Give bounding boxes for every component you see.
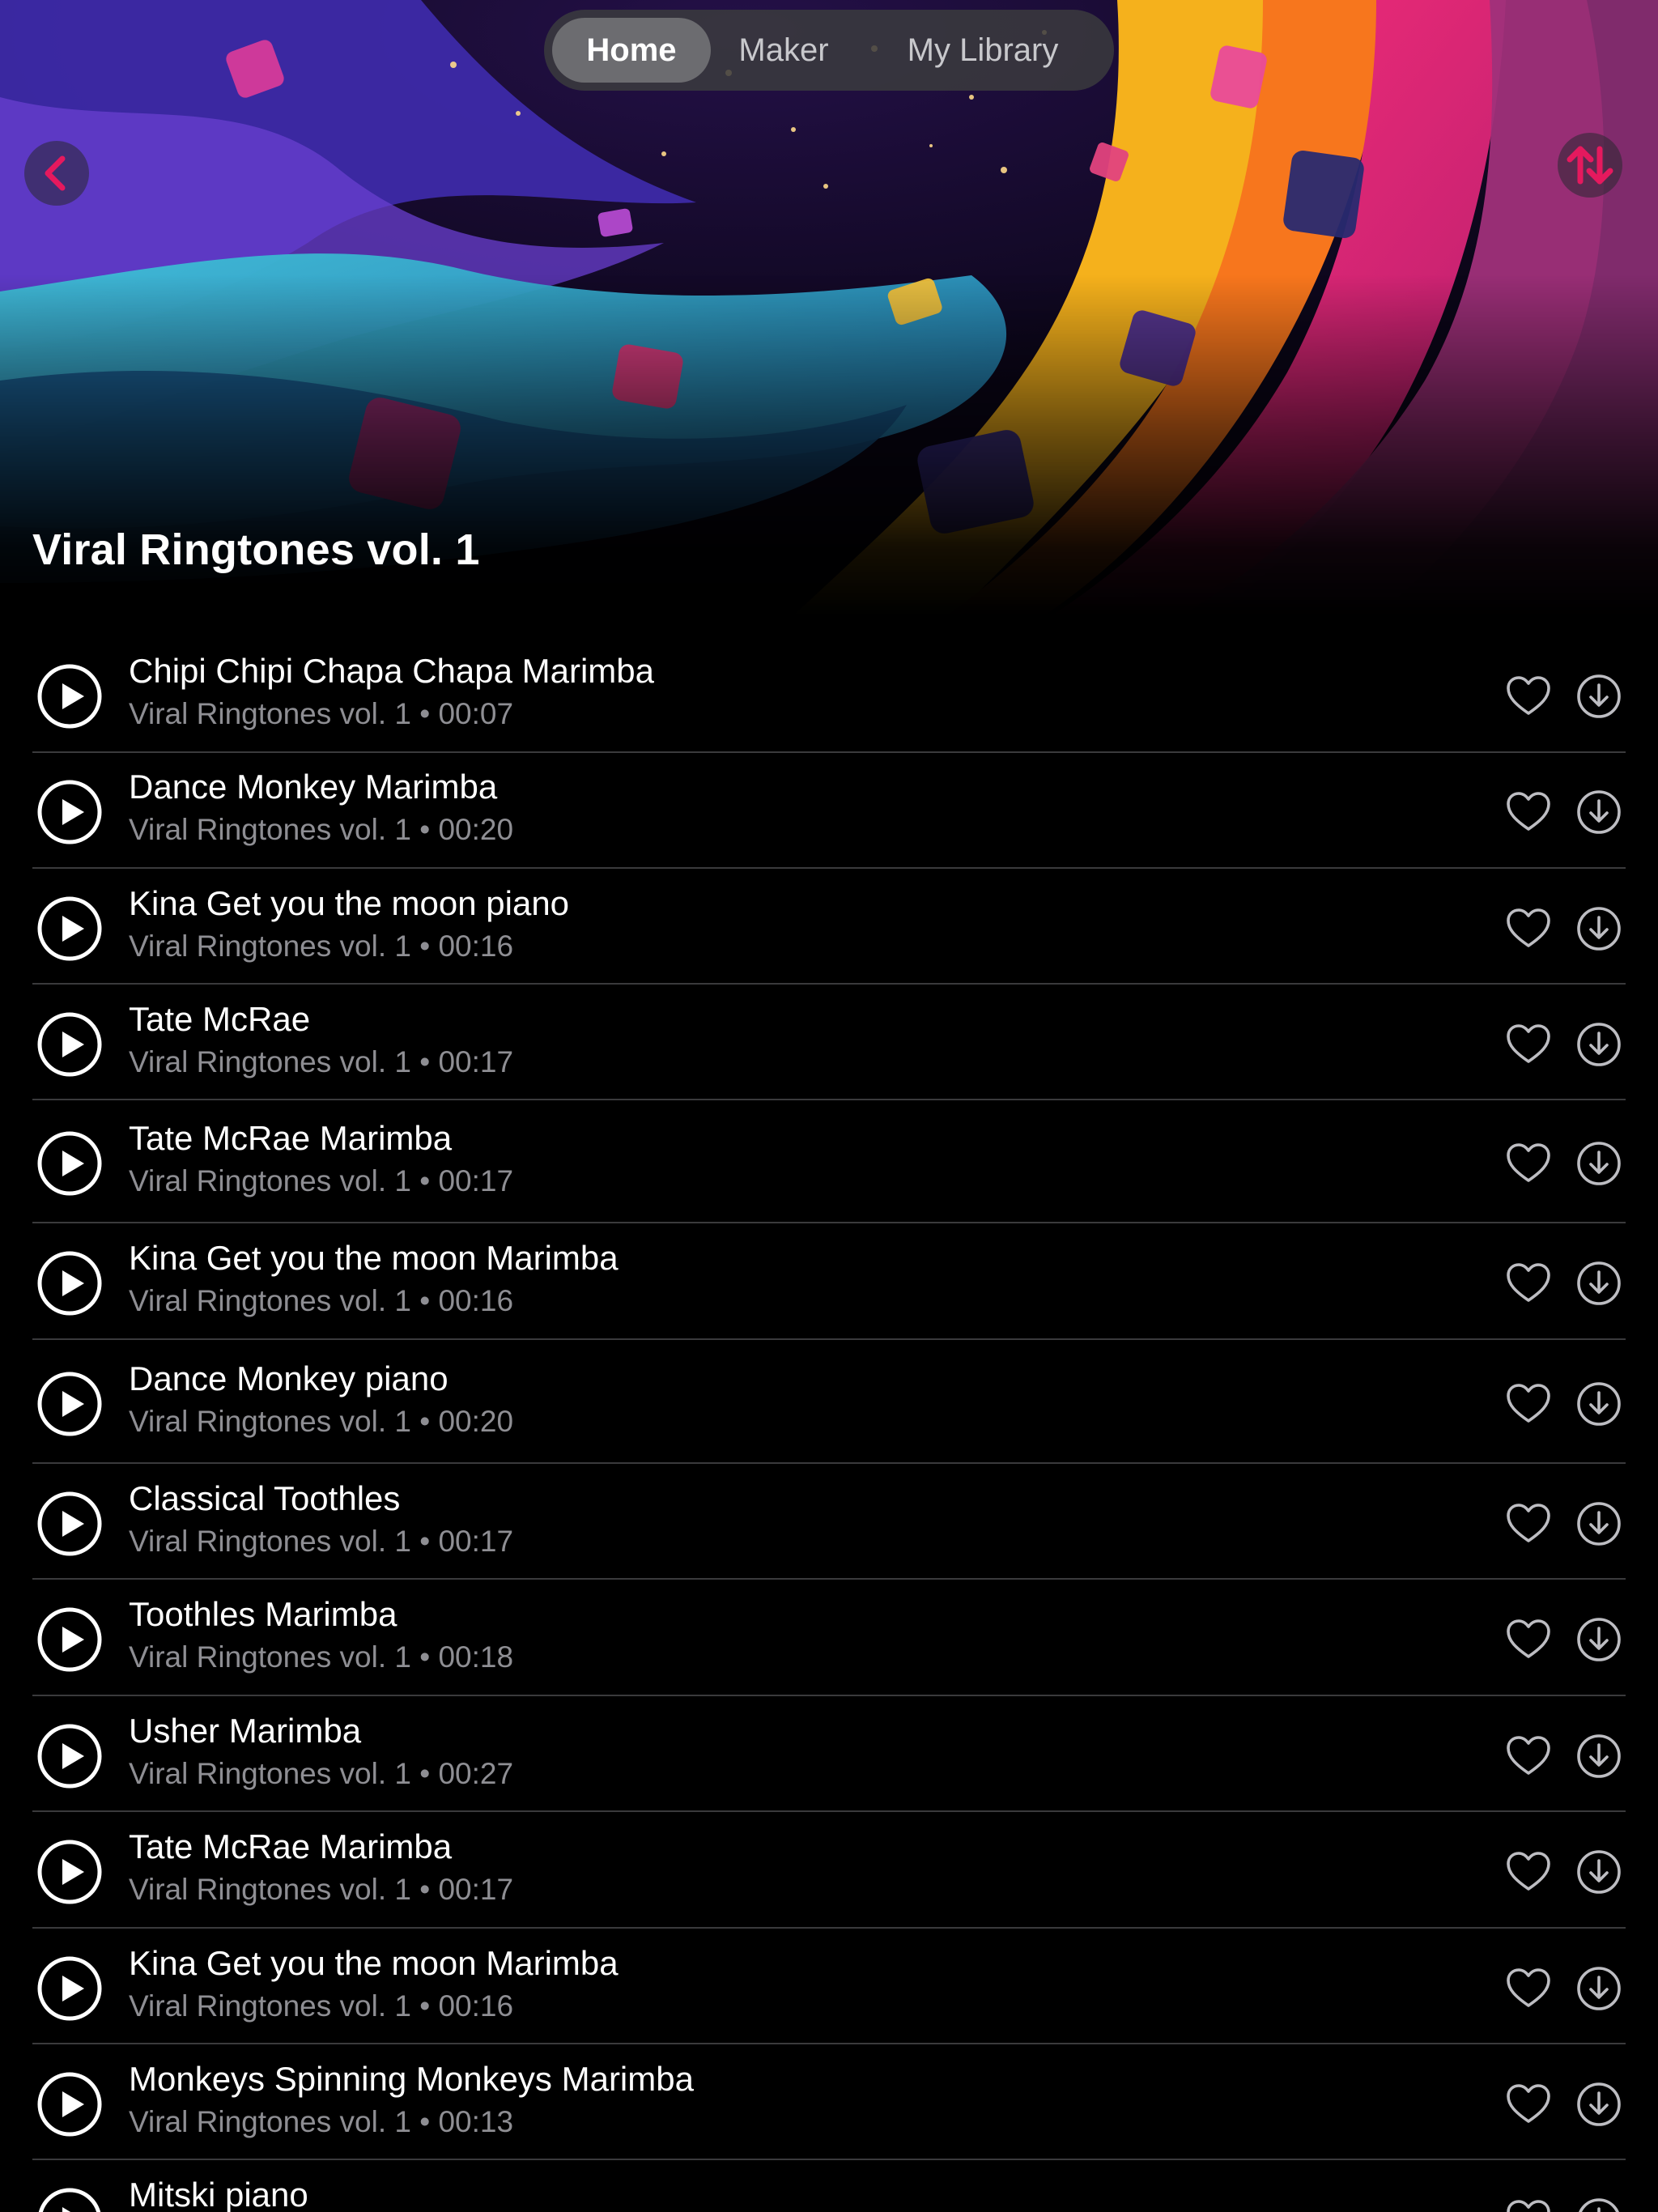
heart-icon[interactable]	[1504, 1964, 1553, 2013]
hero-header: Viral Ringtones vol. 1	[0, 0, 1658, 615]
track-title: Kina Get you the moon piano	[129, 884, 570, 922]
track-row[interactable]: Dance Monkey piano Viral Ringtones vol. 1…	[32, 1340, 1626, 1464]
play-circle-icon[interactable]	[36, 1249, 104, 1317]
download-circle-icon[interactable]	[1575, 1615, 1623, 1664]
track-title: Classical Toothles	[129, 1479, 401, 1517]
track-title: Tate McRae Marimba	[129, 1119, 453, 1157]
download-circle-icon[interactable]	[1575, 1380, 1623, 1428]
heart-icon[interactable]	[1504, 1380, 1553, 1428]
track-title: Dance Monkey piano	[129, 1359, 449, 1397]
track-title: Tate McRae	[129, 1000, 311, 1038]
track-subtitle: Viral Ringtones vol. 1 • 00:16	[129, 1284, 514, 1317]
play-circle-icon[interactable]	[36, 1838, 104, 1906]
top-segmented-control: Home Maker My Library	[544, 10, 1114, 91]
play-circle-icon[interactable]	[36, 1955, 104, 2023]
sort-arrows-icon	[1567, 146, 1613, 185]
heart-icon[interactable]	[1504, 2196, 1553, 2212]
download-circle-icon[interactable]	[1575, 1499, 1623, 1548]
track-row[interactable]: Classical Toothles Viral Ringtones vol. 1…	[32, 1464, 1626, 1580]
track-subtitle: Viral Ringtones vol. 1 • 00:07	[129, 697, 514, 730]
play-circle-icon[interactable]	[36, 1129, 104, 1197]
track-row[interactable]: Kina Get you the moon Marimba Viral Ringt…	[32, 1929, 1626, 2044]
heart-icon[interactable]	[1504, 904, 1553, 953]
track-title: Chipi Chipi Chapa Chapa Marimba	[129, 652, 654, 690]
track-title: Kina Get you the moon Marimba	[129, 1944, 619, 1982]
heart-icon[interactable]	[1504, 788, 1553, 836]
track-title: Toothles Marimba	[129, 1595, 397, 1633]
track-subtitle: Viral Ringtones vol. 1 • 00:20	[129, 1405, 514, 1438]
track-row[interactable]: Toothles Marimba Viral Ringtones vol. 1 •…	[32, 1580, 1626, 1696]
play-circle-icon[interactable]	[36, 1370, 104, 1438]
track-title: Dance Monkey Marimba	[129, 768, 498, 806]
play-circle-icon[interactable]	[36, 1490, 104, 1558]
tab-my-library[interactable]: My Library	[861, 18, 1104, 83]
play-circle-icon[interactable]	[36, 778, 104, 846]
track-row[interactable]: Tate McRae Marimba Viral Ringtones vol. 1…	[32, 1100, 1626, 1223]
track-row[interactable]: Chipi Chipi Chapa Chapa Marimba Viral Rin…	[32, 636, 1626, 753]
track-title: Monkeys Spinning Monkeys Marimba	[129, 2060, 694, 2098]
track-subtitle: Viral Ringtones vol. 1 • 00:13	[129, 2105, 514, 2138]
play-circle-icon[interactable]	[36, 662, 104, 730]
track-row[interactable]: Mitski piano	[32, 2160, 1626, 2212]
track-row[interactable]: Monkeys Spinning Monkeys Marimba Viral Ri…	[32, 2044, 1626, 2160]
download-circle-icon[interactable]	[1575, 1732, 1623, 1780]
track-title: Usher Marimba	[129, 1712, 362, 1750]
track-row[interactable]: Kina Get you the moon piano Viral Rington…	[32, 869, 1626, 985]
track-subtitle: Viral Ringtones vol. 1 • 00:16	[129, 929, 514, 963]
playlist-title: Viral Ringtones vol. 1	[32, 525, 480, 574]
play-circle-icon[interactable]	[36, 1606, 104, 1674]
track-title: Tate McRae Marimba	[129, 1827, 453, 1865]
download-circle-icon[interactable]	[1575, 904, 1623, 953]
download-circle-icon[interactable]	[1575, 1139, 1623, 1188]
playlist-screen: Viral Ringtones vol. 1 Home Maker My Lib…	[0, 0, 1658, 2212]
download-circle-icon[interactable]	[1575, 1848, 1623, 1896]
track-subtitle: Viral Ringtones vol. 1 • 00:16	[129, 1989, 514, 2023]
heart-icon[interactable]	[1504, 1615, 1553, 1664]
heart-icon[interactable]	[1504, 1020, 1553, 1069]
heart-icon[interactable]	[1504, 672, 1553, 721]
track-row[interactable]: Tate McRae Marimba Viral Ringtones vol. 1…	[32, 1812, 1626, 1929]
play-circle-icon[interactable]	[36, 1010, 104, 1078]
track-title: Kina Get you the moon Marimba	[129, 1239, 619, 1277]
download-circle-icon[interactable]	[1575, 1020, 1623, 1069]
play-circle-icon[interactable]	[36, 1722, 104, 1790]
download-circle-icon[interactable]	[1575, 788, 1623, 836]
heart-icon[interactable]	[1504, 1259, 1553, 1308]
heart-icon[interactable]	[1504, 2080, 1553, 2129]
heart-icon[interactable]	[1504, 1499, 1553, 1548]
track-subtitle: Viral Ringtones vol. 1 • 00:17	[129, 1873, 514, 1906]
track-subtitle: Viral Ringtones vol. 1 • 00:20	[129, 813, 514, 846]
track-subtitle: Viral Ringtones vol. 1 • 00:17	[129, 1525, 514, 1558]
track-subtitle: Viral Ringtones vol. 1 • 00:17	[129, 1164, 514, 1197]
track-subtitle: Viral Ringtones vol. 1 • 00:27	[129, 1757, 514, 1790]
download-circle-icon[interactable]	[1575, 2196, 1623, 2212]
track-row[interactable]: Dance Monkey Marimba Viral Ringtones vol.…	[32, 752, 1626, 869]
heart-icon[interactable]	[1504, 1732, 1553, 1780]
play-circle-icon[interactable]	[36, 2186, 104, 2212]
play-circle-icon[interactable]	[36, 2070, 104, 2138]
track-row[interactable]: Tate McRae Viral Ringtones vol. 1 • 00:17	[32, 985, 1626, 1100]
track-title: Mitski piano	[129, 2176, 308, 2212]
download-circle-icon[interactable]	[1575, 2080, 1623, 2129]
heart-icon[interactable]	[1504, 1139, 1553, 1188]
tab-home[interactable]: Home	[552, 18, 711, 83]
heart-icon[interactable]	[1504, 1848, 1553, 1896]
play-circle-icon[interactable]	[36, 895, 104, 963]
track-row[interactable]: Usher Marimba Viral Ringtones vol. 1 • 00…	[32, 1696, 1626, 1812]
track-subtitle: Viral Ringtones vol. 1 • 00:18	[129, 1640, 514, 1674]
download-circle-icon[interactable]	[1575, 1259, 1623, 1308]
tab-maker[interactable]: Maker	[716, 18, 852, 83]
back-button[interactable]	[24, 141, 89, 206]
track-row[interactable]: Kina Get you the moon Marimba Viral Ringt…	[32, 1223, 1626, 1340]
chevron-left-icon	[45, 155, 66, 191]
sort-button[interactable]	[1558, 133, 1622, 198]
download-circle-icon[interactable]	[1575, 1964, 1623, 2013]
download-circle-icon[interactable]	[1575, 672, 1623, 721]
track-subtitle: Viral Ringtones vol. 1 • 00:17	[129, 1045, 514, 1078]
